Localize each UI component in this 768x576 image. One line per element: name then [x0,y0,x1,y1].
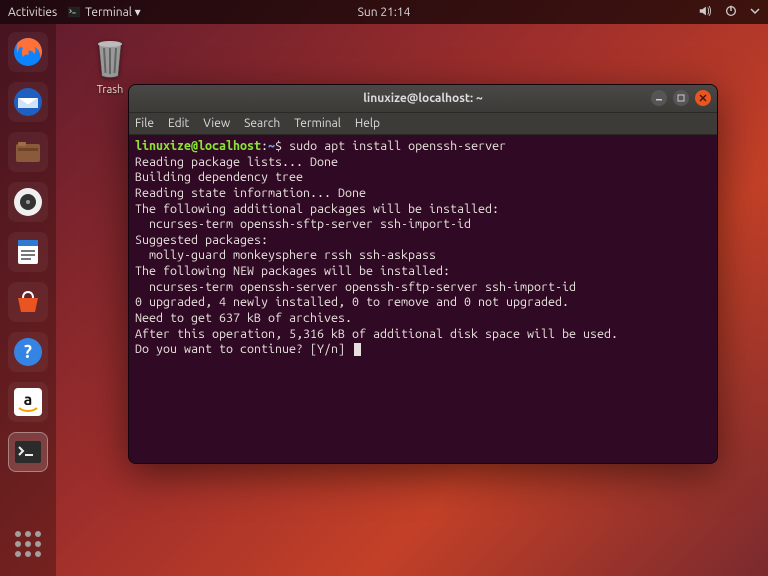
menu-search[interactable]: Search [244,117,280,130]
volume-icon[interactable] [698,4,712,21]
amazon-icon: a [12,386,44,418]
activities-button[interactable]: Activities [8,6,57,19]
app-menu[interactable]: Terminal ▾ [67,5,140,19]
window-maximize-button[interactable] [673,90,689,106]
thunderbird-icon [12,86,44,118]
menu-terminal[interactable]: Terminal [294,117,341,130]
power-icon[interactable] [724,4,738,21]
terminal-body[interactable]: linuxize@localhost:~$ sudo apt install o… [129,135,717,463]
dock-item-thunderbird[interactable] [8,82,48,122]
dock-item-firefox[interactable] [8,32,48,72]
terminal-icon [67,5,81,19]
document-icon [12,236,44,268]
window-titlebar[interactable]: linuxize@localhost: ~ [129,85,717,113]
dock-item-rhythmbox[interactable] [8,182,48,222]
dock-item-amazon[interactable]: a [8,382,48,422]
minimize-icon [655,94,663,102]
trash-label: Trash [97,84,124,96]
dock: ? a [0,24,56,576]
system-menu-chevron-icon[interactable] [750,6,760,19]
terminal-window: linuxize@localhost: ~ File Edit View Sea… [128,84,718,464]
menu-file[interactable]: File [135,117,154,130]
trash-icon [90,36,130,80]
window-minimize-button[interactable] [651,90,667,106]
dock-item-terminal[interactable] [8,432,48,472]
firefox-icon [12,36,44,68]
maximize-icon [677,94,685,102]
dock-item-help[interactable]: ? [8,332,48,372]
app-menu-label: Terminal ▾ [85,5,140,19]
window-close-button[interactable] [695,90,711,106]
clock[interactable]: Sun 21:14 [358,6,411,19]
gnome-top-bar: Activities Terminal ▾ Sun 21:14 [0,0,768,24]
menu-view[interactable]: View [203,117,230,130]
music-icon [12,186,44,218]
help-icon: ? [12,336,44,368]
svg-text:a: a [24,391,33,409]
dock-item-software[interactable] [8,282,48,322]
menu-help[interactable]: Help [355,117,380,130]
dock-item-files[interactable] [8,132,48,172]
files-icon [12,136,44,168]
software-icon [12,286,44,318]
svg-text:?: ? [24,342,32,362]
dock-item-writer[interactable] [8,232,48,272]
menu-edit[interactable]: Edit [168,117,189,130]
terminal-menubar: File Edit View Search Terminal Help [129,113,717,135]
terminal-app-icon [12,436,44,468]
window-title: linuxize@localhost: ~ [363,92,483,105]
close-icon [699,94,707,102]
